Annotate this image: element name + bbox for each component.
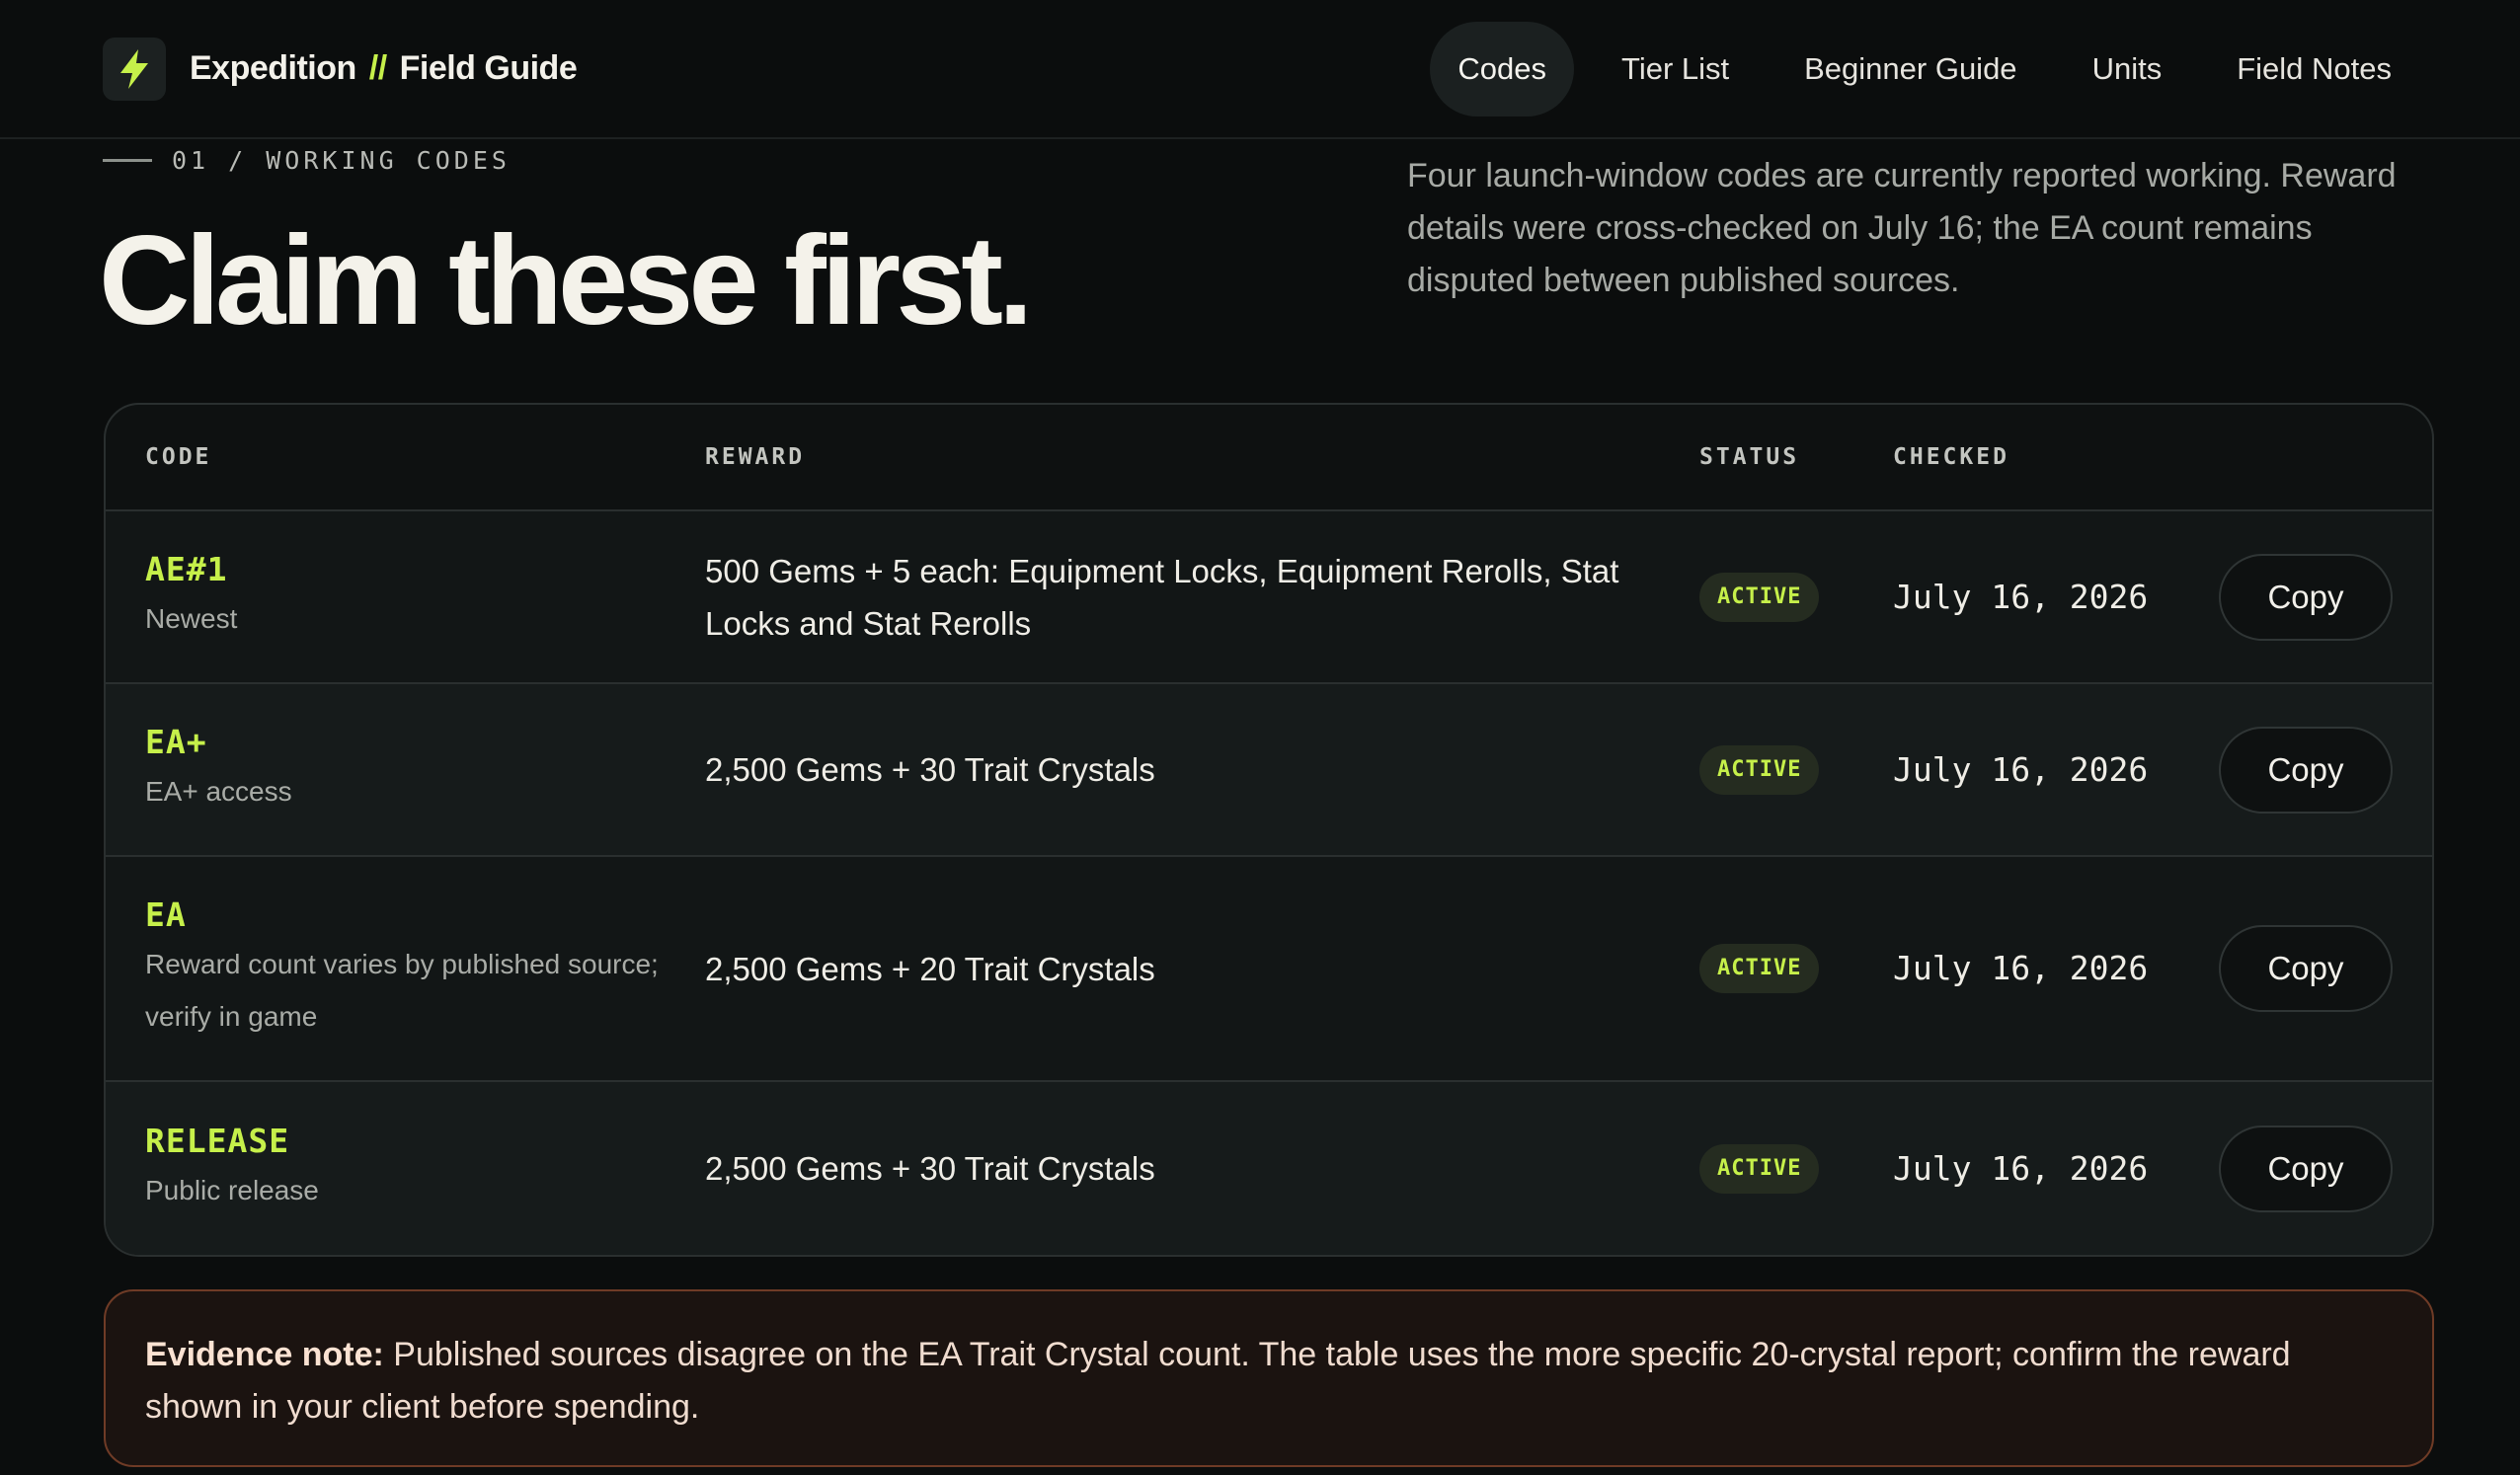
code-note: Newest: [145, 602, 238, 634]
code-note: Reward count varies by published source;…: [145, 948, 659, 1032]
code-value: AE#1: [145, 549, 228, 588]
brand-name-left: Expedition: [190, 49, 356, 87]
table-row: AE#1 Newest 500 Gems + 5 each: Equipment…: [106, 511, 2432, 684]
evidence-note: Evidence note: Published sources disagre…: [104, 1289, 2434, 1467]
eyebrow-label: 01 / WORKING CODES: [172, 146, 511, 175]
table-row: EA Reward count varies by published sour…: [106, 857, 2432, 1082]
column-header-status: STATUS: [1699, 444, 1800, 470]
action-cell: Copy: [2179, 925, 2432, 1012]
checked-date: July 16, 2026: [1893, 1148, 2149, 1188]
nav-field-notes[interactable]: Field Notes: [2209, 22, 2419, 116]
column-header-checked: CHECKED: [1893, 444, 2009, 470]
code-value: RELEASE: [145, 1121, 290, 1160]
code-value: EA: [145, 894, 187, 934]
column-header-reward: REWARD: [705, 444, 806, 470]
section-eyebrow: 01 / WORKING CODES: [103, 146, 511, 175]
checked-date: July 16, 2026: [1893, 577, 2149, 616]
top-navigation-bar: Expedition // Field Guide Codes Tier Lis…: [0, 0, 2520, 139]
code-cell: EA Reward count varies by published sour…: [106, 895, 705, 1043]
evidence-note-label: Evidence note:: [145, 1336, 384, 1373]
action-cell: Copy: [2179, 553, 2432, 641]
lightning-bolt-icon: [103, 37, 166, 101]
eyebrow-rule: [103, 159, 152, 162]
status-cell: ACTIVE: [1699, 572, 1893, 622]
code-value: EA+: [145, 722, 207, 761]
code-cell: AE#1 Newest: [106, 550, 705, 645]
code-note: EA+ access: [145, 775, 292, 807]
table-row: RELEASE Public release 2,500 Gems + 30 T…: [106, 1082, 2432, 1255]
status-cell: ACTIVE: [1699, 744, 1893, 795]
section-description: Four launch-window codes are currently r…: [1407, 157, 2397, 299]
action-cell: Copy: [2179, 726, 2432, 814]
reward-cell: 2,500 Gems + 30 Trait Crystals: [705, 1150, 1155, 1187]
copy-button[interactable]: Copy: [2219, 726, 2393, 814]
code-cell: EA+ EA+ access: [106, 723, 705, 817]
main-nav: Codes Tier List Beginner Guide Units Fie…: [1430, 21, 2419, 116]
brand[interactable]: Expedition // Field Guide: [103, 37, 578, 101]
code-cell: RELEASE Public release: [106, 1122, 705, 1216]
action-cell: Copy: [2179, 1125, 2432, 1212]
status-badge: ACTIVE: [1699, 744, 1820, 795]
reward-cell: 2,500 Gems + 30 Trait Crystals: [705, 751, 1155, 788]
page-title: Claim these first.: [99, 210, 1033, 351]
reward-cell: 2,500 Gems + 20 Trait Crystals: [705, 950, 1155, 987]
table-row: EA+ EA+ access 2,500 Gems + 30 Trait Cry…: [106, 684, 2432, 857]
column-header-code: CODE: [145, 444, 212, 470]
nav-beginner-guide[interactable]: Beginner Guide: [1776, 22, 2044, 116]
status-badge: ACTIVE: [1699, 944, 1820, 993]
nav-tier-list[interactable]: Tier List: [1594, 22, 1757, 116]
evidence-note-text: Published sources disagree on the EA Tra…: [145, 1336, 2291, 1426]
nav-codes[interactable]: Codes: [1430, 21, 1575, 116]
nav-units[interactable]: Units: [2065, 22, 2190, 116]
codes-table: CODE REWARD STATUS CHECKED AE#1 Newest 5…: [104, 403, 2434, 1257]
brand-name: Expedition // Field Guide: [190, 49, 578, 88]
code-note: Public release: [145, 1174, 319, 1205]
reward-cell: 500 Gems + 5 each: Equipment Locks, Equi…: [705, 552, 1619, 642]
brand-separator: //: [368, 49, 387, 87]
checked-date: July 16, 2026: [1893, 949, 2149, 987]
copy-button[interactable]: Copy: [2219, 553, 2393, 641]
brand-name-right: Field Guide: [399, 49, 578, 87]
table-header: CODE REWARD STATUS CHECKED: [106, 405, 2432, 511]
status-badge: ACTIVE: [1699, 572, 1820, 622]
status-cell: ACTIVE: [1699, 1143, 1893, 1194]
status-badge: ACTIVE: [1699, 1143, 1820, 1194]
copy-button[interactable]: Copy: [2219, 1125, 2393, 1212]
status-cell: ACTIVE: [1699, 944, 1893, 993]
checked-date: July 16, 2026: [1893, 749, 2149, 789]
copy-button[interactable]: Copy: [2219, 925, 2393, 1012]
